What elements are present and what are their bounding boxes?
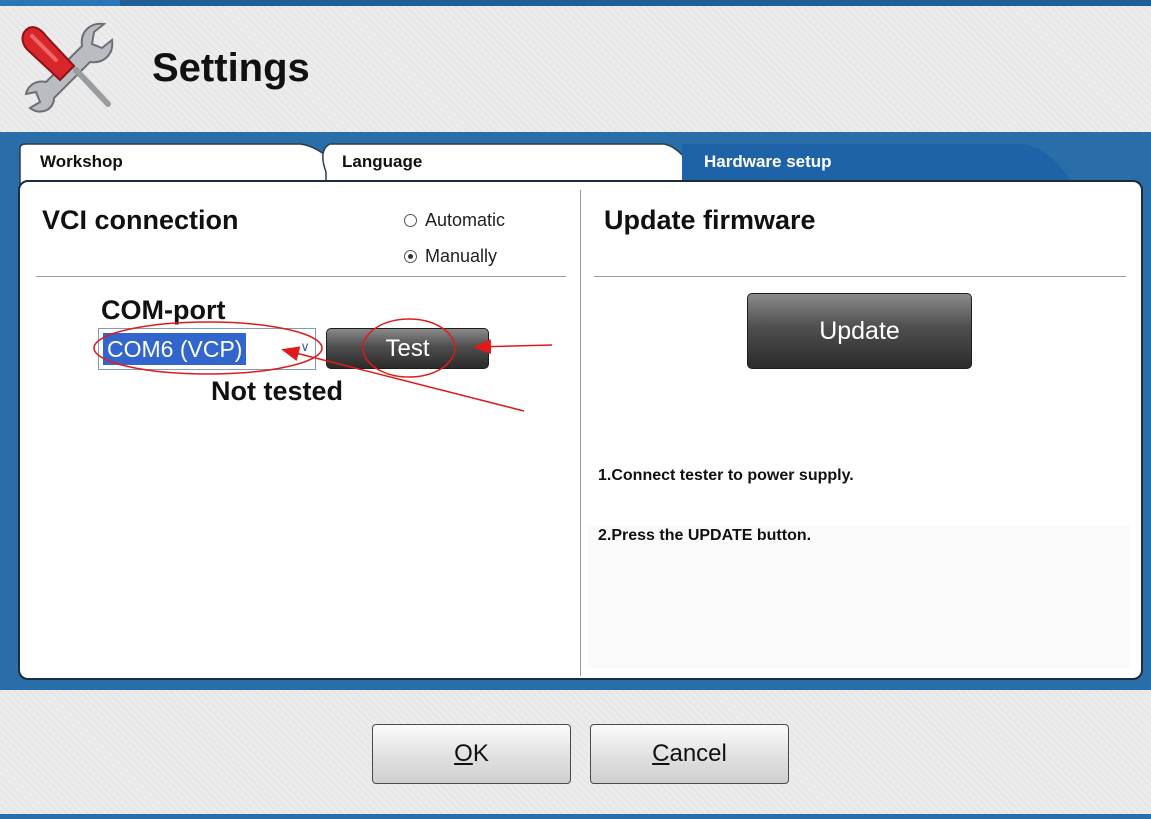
cancel-button-mnemonic: C <box>652 740 670 767</box>
instruction-step-1: 1.Connect tester to power supply. <box>598 467 854 484</box>
vci-separator <box>36 276 566 277</box>
radio-automatic[interactable]: Automatic <box>404 210 505 231</box>
update-button[interactable]: Update <box>747 293 972 369</box>
radio-automatic-indicator[interactable] <box>404 214 417 227</box>
chevron-down-icon[interactable]: ∨ <box>297 339 313 359</box>
connection-status: Not tested <box>211 376 344 406</box>
radio-manually[interactable]: Manually <box>404 246 497 267</box>
page-title: Settings <box>152 46 310 90</box>
footer-bar <box>0 690 1151 819</box>
vci-connection-title: VCI connection <box>42 205 239 235</box>
firmware-separator <box>594 276 1126 277</box>
footer-bottom-line <box>0 814 1151 819</box>
cancel-button[interactable]: Cancel <box>590 724 789 784</box>
radio-automatic-label: Automatic <box>425 210 506 230</box>
instructions-box <box>588 525 1130 668</box>
ok-button-label: K <box>472 740 489 767</box>
com-port-label: COM-port <box>101 295 226 325</box>
tools-icon <box>21 22 114 113</box>
ok-button-mnemonic: O <box>454 740 473 767</box>
radio-manually-indicator[interactable] <box>404 250 417 263</box>
ok-button[interactable]: OK <box>372 724 571 784</box>
radio-manually-label: Manually <box>425 246 498 266</box>
tab-language[interactable]: Language <box>342 152 422 172</box>
cancel-button-label: ancel <box>669 740 727 767</box>
update-firmware-title: Update firmware <box>604 205 816 235</box>
panel-divider <box>580 190 581 676</box>
tab-workshop[interactable]: Workshop <box>40 152 123 172</box>
test-button[interactable]: Test <box>326 328 489 369</box>
header-top-line <box>0 0 1151 6</box>
instruction-step-2: 2.Press the UPDATE button. <box>598 527 812 544</box>
header-bar: Settings <box>0 0 1151 132</box>
com-port-select[interactable]: COM6 (VCP) ∨ <box>98 328 316 370</box>
com-port-selected-value: COM6 (VCP) <box>103 333 247 365</box>
tab-hardware-setup[interactable]: Hardware setup <box>704 152 832 172</box>
